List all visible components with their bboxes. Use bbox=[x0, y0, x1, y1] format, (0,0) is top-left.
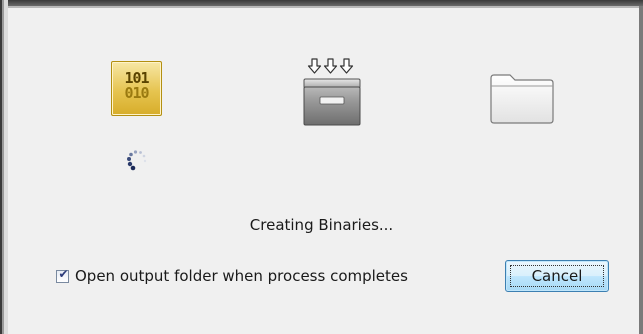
binary-icon-line2: 010 bbox=[124, 84, 149, 102]
open-output-folder-checkbox[interactable]: ✔ bbox=[56, 266, 69, 283]
folder-icon bbox=[490, 74, 554, 124]
window-frame-edge bbox=[8, 6, 639, 8]
checkmark-icon: ✔ bbox=[58, 266, 69, 281]
cancel-button[interactable]: Cancel bbox=[505, 260, 609, 292]
status-text: Creating Binaries... bbox=[249, 216, 394, 234]
cancel-button-label: Cancel bbox=[531, 267, 583, 285]
install-drive-icon bbox=[303, 58, 361, 126]
window-frame-right bbox=[639, 6, 643, 334]
window-frame-left bbox=[0, 0, 8, 334]
loading-spinner-icon bbox=[127, 150, 147, 171]
progress-dialog: 101 010 Creating Binaries... ✔ Open outp… bbox=[0, 0, 643, 334]
open-output-folder-label[interactable]: Open output folder when process complete… bbox=[75, 267, 408, 285]
open-output-folder-option[interactable]: ✔ Open output folder when process comple… bbox=[56, 266, 408, 286]
binary-icon: 101 010 bbox=[111, 61, 162, 116]
